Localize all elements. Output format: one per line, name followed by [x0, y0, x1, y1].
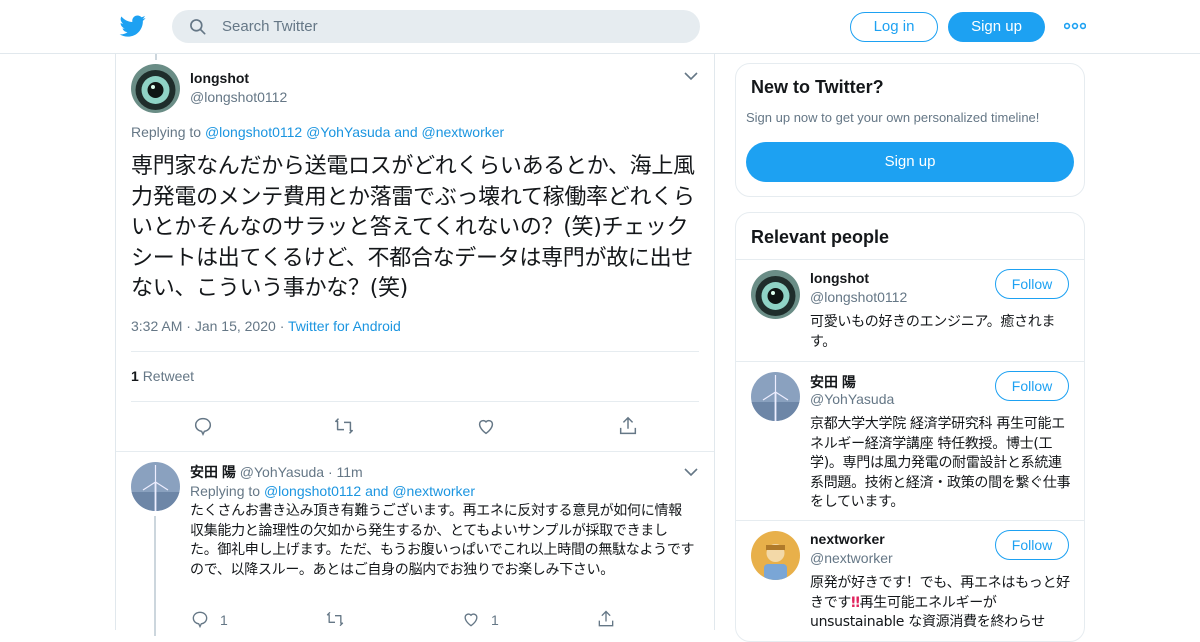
card-title: Relevant people: [751, 227, 890, 247]
mention-link[interactable]: @longshot0112: [264, 483, 361, 499]
like-count: 1: [491, 612, 499, 628]
twitter-bird-icon[interactable]: [119, 13, 147, 39]
login-button[interactable]: Log in: [850, 12, 938, 42]
reply-header: 安田 陽 @YohYasuda · 11m: [190, 462, 363, 482]
signup-button[interactable]: Sign up: [948, 12, 1045, 42]
follow-button[interactable]: Follow: [995, 371, 1069, 401]
divider: [131, 401, 699, 402]
replying-to: Replying to @longshot0112 and @nextworke…: [190, 483, 475, 499]
search-input[interactable]: [222, 10, 682, 43]
meta-separator: ·: [186, 318, 195, 334]
avatar[interactable]: [131, 64, 180, 113]
person-handle[interactable]: @YohYasuda: [810, 391, 894, 407]
chevron-down-icon[interactable]: [683, 70, 699, 82]
sidebar-signup-button[interactable]: Sign up: [746, 142, 1074, 182]
mention-link[interactable]: @YohYasuda: [306, 124, 390, 140]
person-handle[interactable]: @nextworker: [810, 550, 893, 566]
replying-and: and: [365, 483, 389, 499]
tweet-time[interactable]: 3:32 AM: [131, 318, 182, 334]
tweet-meta: 3:32 AM · Jan 15, 2020 · Twitter for And…: [131, 318, 401, 334]
like-icon[interactable]: [475, 415, 497, 437]
person-item[interactable]: longshot @longshot0112 Follow 可愛いもの好きのエン…: [736, 259, 1084, 361]
avatar-image-icon: [751, 270, 800, 319]
person-bio: 可愛いもの好きのエンジニア。癒されます。: [810, 314, 1056, 350]
replying-label: Replying to: [131, 124, 205, 140]
new-to-twitter-card: New to Twitter? Sign up now to get your …: [735, 63, 1085, 197]
retweet-label: Retweet: [142, 368, 195, 384]
retweet-stats[interactable]: 1 Retweet: [131, 368, 194, 384]
person-name[interactable]: 安田 陽: [810, 372, 856, 392]
person-name[interactable]: nextworker: [810, 531, 885, 547]
replying-and: and: [394, 124, 418, 140]
person-bio: 原発が好きです！でも、再エネはもっと好きです‼再生可能エネルギーがunsusta…: [810, 574, 1072, 633]
avatar-image-icon: [131, 64, 180, 113]
avatar[interactable]: [131, 462, 180, 511]
retweet-icon[interactable]: [325, 609, 345, 629]
person-handle[interactable]: @longshot0112: [810, 289, 907, 305]
author-name[interactable]: 安田 陽: [190, 464, 236, 480]
reply-icon[interactable]: [192, 415, 214, 437]
meta-separator: ·: [279, 318, 288, 334]
mention-link[interactable]: @longshot0112: [205, 124, 302, 140]
replying-label: Replying to: [190, 483, 264, 499]
person-item[interactable]: nextworker @nextworker Follow 原発が好きです！でも…: [736, 520, 1084, 641]
author-name[interactable]: longshot: [190, 70, 249, 86]
card-title: New to Twitter?: [751, 77, 884, 97]
search-icon: [190, 19, 206, 35]
chevron-down-icon[interactable]: [683, 466, 699, 478]
mention-link[interactable]: @nextworker: [392, 483, 475, 499]
author-handle[interactable]: @longshot0112: [190, 89, 287, 105]
tweet-text: 専門家なんだから送電ロスがどれくらいあるとか、海上風力発電のメンテ費用とか落雷で…: [131, 154, 695, 301]
share-icon[interactable]: [617, 415, 639, 437]
conversation-column: longshot @longshot0112 Replying to @long…: [115, 54, 715, 636]
top-bar: Log in Sign up: [0, 0, 1200, 54]
author-handle[interactable]: @YohYasuda: [240, 464, 324, 480]
divider: [131, 351, 699, 352]
retweet-icon[interactable]: [333, 415, 355, 437]
follow-button[interactable]: Follow: [995, 269, 1069, 299]
double-exclamation-icon: ‼: [851, 594, 860, 611]
avatar[interactable]: [751, 531, 800, 580]
more-dots-icon[interactable]: [1064, 22, 1086, 30]
mention-link[interactable]: @nextworker: [422, 124, 505, 140]
meta-separator: ·: [327, 464, 337, 480]
reply-text: たくさんお書き込み頂き有難うございます。再エネに反対する意見が如何に情報収集能力…: [190, 503, 695, 578]
avatar[interactable]: [751, 372, 800, 421]
thread-line: [154, 516, 156, 636]
reply-time[interactable]: 11m: [337, 464, 363, 480]
tweet-date[interactable]: Jan 15, 2020: [195, 318, 276, 334]
reply-count: 1: [220, 612, 228, 628]
share-icon[interactable]: [596, 609, 616, 629]
person-item[interactable]: 安田 陽 @YohYasuda Follow 京都大学大学院 経済学研究科 再生…: [736, 361, 1084, 520]
retweet-count: 1: [131, 368, 139, 384]
replying-to: Replying to @longshot0112 @YohYasuda and…: [131, 124, 504, 140]
avatar[interactable]: [751, 270, 800, 319]
relevant-people-card: Relevant people longshot @longshot0112 F…: [735, 212, 1085, 642]
person-name[interactable]: longshot: [810, 270, 869, 286]
like-icon[interactable]: [461, 609, 481, 629]
person-bio: 京都大学大学院 経済学研究科 再生可能エネルギー経済学講座 特任教授。博士(工学…: [810, 416, 1071, 510]
reply-tweet[interactable]: 安田 陽 @YohYasuda · 11m Replying to @longs…: [116, 451, 714, 636]
follow-button[interactable]: Follow: [995, 530, 1069, 560]
person-avatar-icon: [751, 531, 800, 580]
tweet-source[interactable]: Twitter for Android: [288, 318, 401, 334]
search-bar[interactable]: [172, 10, 700, 43]
reply-icon[interactable]: [190, 609, 210, 629]
wind-turbine-avatar-icon: [751, 372, 800, 421]
card-description: Sign up now to get your own personalized…: [746, 110, 1040, 125]
thread-line: [155, 54, 157, 60]
wind-turbine-avatar-icon: [131, 462, 180, 511]
